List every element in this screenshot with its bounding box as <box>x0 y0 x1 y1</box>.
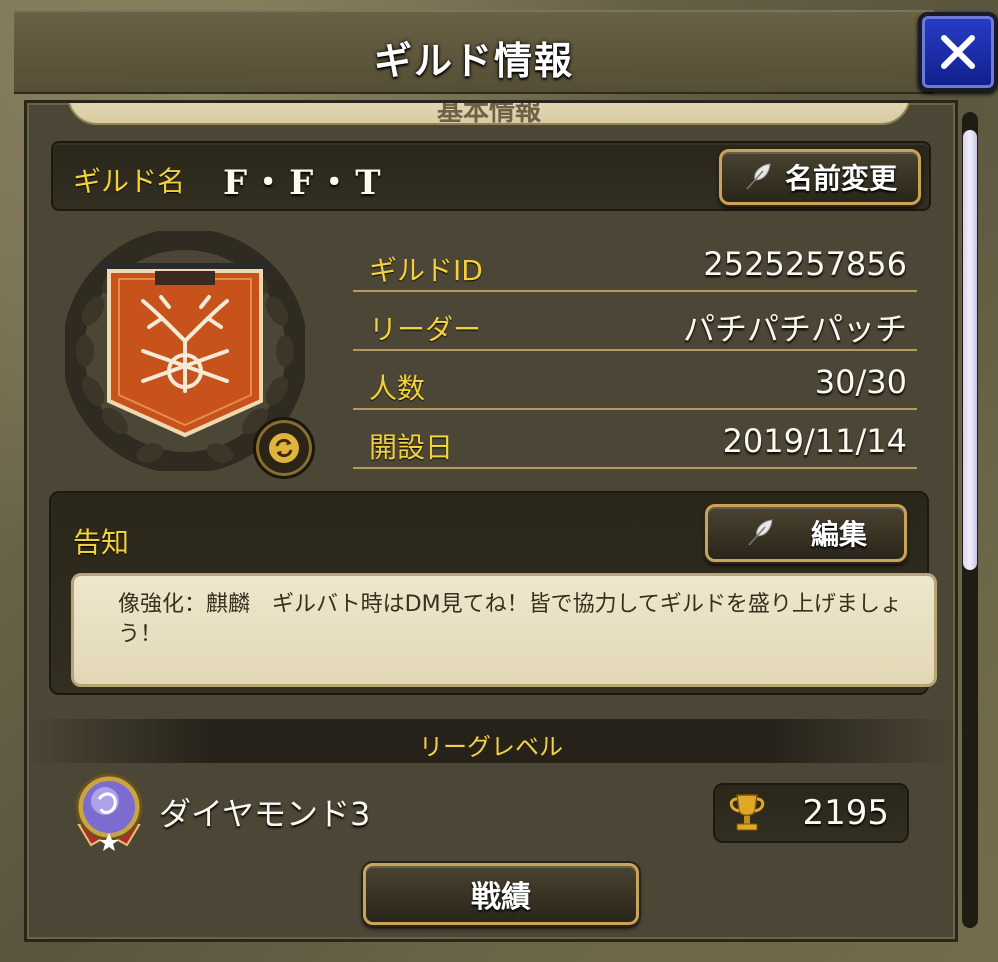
info-row-guild-id: ギルドID 2525257856 <box>353 233 917 292</box>
info-value: パチパチパッチ <box>682 310 907 348</box>
league-level-header: リーグレベル <box>27 719 955 763</box>
change-emblem-button[interactable] <box>253 417 315 479</box>
notice-text: 像強化：麒麟 ギルバト時はDM見てね！皆で協力してギルドを盛り上げましょう！ <box>71 573 937 687</box>
info-key: 人数 <box>369 372 426 405</box>
guild-info-list: ギルドID 2525257856 リーダー パチパチパッチ 人数 30/30 開… <box>353 233 917 469</box>
refresh-icon <box>269 433 299 463</box>
info-value: 2525257856 <box>703 245 907 283</box>
diamond-rank-icon <box>71 769 147 853</box>
info-key: リーダー <box>369 313 482 346</box>
info-row-leader: リーダー パチパチパッチ <box>353 292 917 351</box>
info-row-founded: 開設日 2019/11/14 <box>353 410 917 469</box>
title-bar: ギルド情報 <box>14 10 934 94</box>
close-icon <box>941 35 975 69</box>
edit-notice-button[interactable]: 編集 <box>705 504 907 562</box>
record-button[interactable]: 戦績 <box>363 863 639 925</box>
section-tab-label: 基本情報 <box>436 100 541 127</box>
feather-icon <box>746 163 771 190</box>
notice-label: 告知 <box>73 526 130 559</box>
league-rank: ダイヤモンド3 <box>159 795 371 833</box>
guild-name-label: ギルド名 <box>73 165 186 198</box>
info-value: 30/30 <box>814 363 907 401</box>
scrollbar[interactable] <box>962 112 978 928</box>
league-level-label: リーグレベル <box>419 733 563 761</box>
guild-name: F・F・T <box>223 163 385 203</box>
guild-info-panel: 基本情報 ギルド名 F・F・T 名前変更 ギルドID 2525257856 リー… <box>24 100 958 942</box>
guild-name-row: ギルド名 F・F・T 名前変更 <box>51 141 931 211</box>
trophy-count-box: 2195 <box>713 783 909 843</box>
guild-emblem <box>62 228 315 479</box>
info-value: 2019/11/14 <box>722 422 907 460</box>
rename-button[interactable]: 名前変更 <box>719 149 921 205</box>
record-button-label: 戦績 <box>471 880 531 915</box>
section-tab-basic-info: 基本情報 <box>67 100 911 127</box>
info-row-members: 人数 30/30 <box>353 351 917 410</box>
info-key: 開設日 <box>369 431 454 464</box>
scrollbar-thumb[interactable] <box>963 130 977 570</box>
window-title: ギルド情報 <box>373 39 574 83</box>
trophy-count: 2195 <box>802 793 889 833</box>
edit-button-label: 編集 <box>810 518 867 551</box>
window-frame: ギルド情報 基本情報 ギルド名 F・F・T 名前変更 ギルドID 2525257… <box>0 0 998 962</box>
info-key: ギルドID <box>369 254 483 287</box>
feather-icon <box>748 519 773 546</box>
close-button[interactable] <box>918 12 998 92</box>
notice-section: 告知 編集 像強化：麒麟 ギルバト時はDM見てね！皆で協力してギルドを盛り上げま… <box>49 491 937 695</box>
rename-button-label: 名前変更 <box>784 162 897 195</box>
trophy-icon <box>729 794 765 831</box>
